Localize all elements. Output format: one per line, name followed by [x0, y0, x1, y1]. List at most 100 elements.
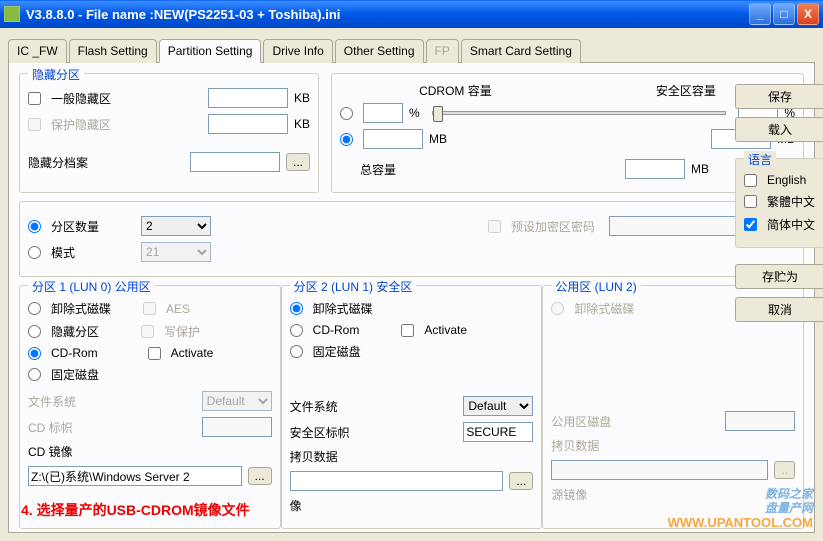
aes-checkbox [143, 302, 156, 315]
lun1-cdrom-radio[interactable] [290, 324, 303, 337]
lun1-group: 分区 2 (LUN 1) 安全区 卸除式磁碟 CD-Rom Activate 固… [281, 285, 543, 529]
total-label: 总容量 [360, 161, 396, 178]
kb-label: KB [294, 91, 310, 105]
archive-browse-button[interactable]: ... [286, 153, 310, 171]
normal-hidden-checkbox[interactable] [28, 92, 41, 105]
lun0-fixed-radio[interactable] [28, 368, 41, 381]
lun0-activate-checkbox[interactable] [148, 347, 161, 360]
pct-label-1: % [409, 106, 420, 120]
cdrom-cap-label: CDROM 容量 [419, 82, 492, 99]
lun2-remove-label: 卸除式磁碟 [574, 300, 634, 317]
mode-radio[interactable] [28, 246, 41, 259]
lun0-remove-radio[interactable] [28, 302, 41, 315]
lun0-fixed-label: 固定磁盘 [51, 366, 99, 383]
normal-hidden-label: 一般隐藏区 [51, 90, 111, 107]
cd-mb-input[interactable] [363, 129, 423, 149]
lang-tc-label: 繁體中文 [767, 193, 815, 210]
total-input[interactable] [625, 159, 685, 179]
lang-tc-checkbox[interactable] [744, 195, 757, 208]
mode-label: 模式 [51, 244, 75, 261]
lun1-fs-label: 文件系统 [290, 398, 338, 415]
saveas-button[interactable]: 存贮为 [735, 264, 823, 289]
mb-radio[interactable] [340, 133, 353, 146]
cdrom-group: CDROM 容量 安全区容量 % % MB [331, 73, 804, 193]
preset-pw-label: 预设加密区密码 [511, 218, 595, 235]
protect-hidden-input[interactable] [208, 114, 288, 134]
tab-bar: IC _FW Flash Setting Partition Setting D… [8, 38, 815, 63]
lun0-hidden-radio[interactable] [28, 325, 41, 338]
lun0-cdrom-radio[interactable] [28, 347, 41, 360]
cd-pct-input[interactable] [363, 103, 403, 123]
tab-fp[interactable]: FP [426, 39, 459, 63]
lun0-title: 分区 1 (LUN 0) 公用区 [28, 278, 155, 295]
lun2-pubdisk-input [725, 411, 795, 431]
tab-smart-card[interactable]: Smart Card Setting [461, 39, 581, 63]
pct-radio[interactable] [340, 107, 353, 120]
window-title: V3.8.8.0 - File name :NEW(PS2251-03 + To… [26, 7, 747, 22]
part-count-group: 分区数量 2 预设加密区密码 模式 21 [19, 201, 804, 277]
language-group: 语言 English 繁體中文 简体中文 [735, 158, 823, 248]
lun1-fixed-radio[interactable] [290, 345, 303, 358]
load-button[interactable]: 载入 [735, 117, 823, 142]
wp-checkbox [141, 325, 154, 338]
cancel-button[interactable]: 取消 [735, 297, 823, 322]
count-radio[interactable] [28, 220, 41, 233]
lun1-activate-checkbox[interactable] [401, 324, 414, 337]
tab-drive-info[interactable]: Drive Info [263, 39, 332, 63]
lun1-image-tail: 像 [290, 497, 302, 514]
lun0-cdlabel-input [202, 417, 272, 437]
tab-flash-setting[interactable]: Flash Setting [69, 39, 157, 63]
lun0-cdlabel: CD 标帜 [28, 419, 73, 436]
close-button[interactable]: X [797, 3, 819, 25]
save-button[interactable]: 保存 [735, 84, 823, 109]
lun0-activate-label: Activate [171, 346, 214, 360]
mb-label-3: MB [691, 162, 709, 176]
archive-input[interactable] [190, 152, 280, 172]
normal-hidden-input[interactable] [208, 88, 288, 108]
lun1-fixed-label: 固定磁盘 [313, 343, 361, 360]
kb-label-2: KB [294, 117, 310, 131]
lun1-copy-label: 拷贝数据 [290, 448, 338, 465]
preset-pw-input [609, 216, 749, 236]
lun0-group: 分区 1 (LUN 0) 公用区 卸除式磁碟 AES 隐藏分区 写保护 CD-R… [19, 285, 281, 529]
lun0-cdimage-input[interactable] [28, 466, 242, 486]
lun1-remove-label: 卸除式磁碟 [313, 300, 373, 317]
tab-partition-setting[interactable]: Partition Setting [159, 39, 262, 63]
lun2-browse-button: .. [774, 461, 795, 479]
count-select[interactable]: 2 [141, 216, 211, 236]
lang-sc-checkbox[interactable] [744, 218, 757, 231]
lun0-remove-label: 卸除式磁碟 [51, 300, 111, 317]
instruction-note: 4. 选择量产的USB-CDROM镜像文件 [21, 500, 250, 520]
maximize-button[interactable]: □ [773, 3, 795, 25]
lun2-copy-label: 拷贝数据 [551, 437, 599, 454]
minimize-button[interactable]: _ [749, 3, 771, 25]
lun0-fs-select: Default [202, 391, 272, 411]
wp-label: 写保护 [164, 323, 200, 340]
lun1-safe-input[interactable] [463, 422, 533, 442]
hidden-partition-group: 隐藏分区 一般隐藏区 KB 保护隐藏区 KB [19, 73, 319, 193]
lun2-copy-input [551, 460, 768, 480]
hidden-partition-title: 隐藏分区 [28, 66, 84, 83]
lun2-title: 公用区 (LUN 2) [551, 278, 640, 295]
lun1-browse-button[interactable]: ... [509, 472, 533, 490]
partition-panel: 隐藏分区 一般隐藏区 KB 保护隐藏区 KB [8, 63, 815, 533]
lun0-cdimage-label: CD 镜像 [28, 443, 73, 460]
aes-label: AES [166, 302, 190, 316]
count-label: 分区数量 [51, 218, 99, 235]
capacity-slider[interactable] [432, 111, 727, 115]
lang-sc-label: 简体中文 [767, 216, 815, 233]
lang-en-checkbox[interactable] [744, 174, 757, 187]
safe-cap-label: 安全区容量 [656, 82, 716, 99]
lun0-hidden-label: 隐藏分区 [51, 323, 99, 340]
tab-ic-fw[interactable]: IC _FW [8, 39, 67, 63]
lun1-copy-input[interactable] [290, 471, 504, 491]
tab-other-setting[interactable]: Other Setting [335, 39, 424, 63]
lun0-cdrom-label: CD-Rom [51, 346, 98, 360]
protect-hidden-label: 保护隐藏区 [51, 116, 111, 133]
lun0-browse-button[interactable]: ... [248, 467, 272, 485]
lun1-remove-radio[interactable] [290, 302, 303, 315]
lun2-pubdisk-label: 公用区磁盘 [551, 413, 611, 430]
lun1-fs-select[interactable]: Default [463, 396, 533, 416]
archive-label: 隐藏分档案 [28, 154, 88, 171]
lang-title: 语言 [744, 151, 776, 168]
